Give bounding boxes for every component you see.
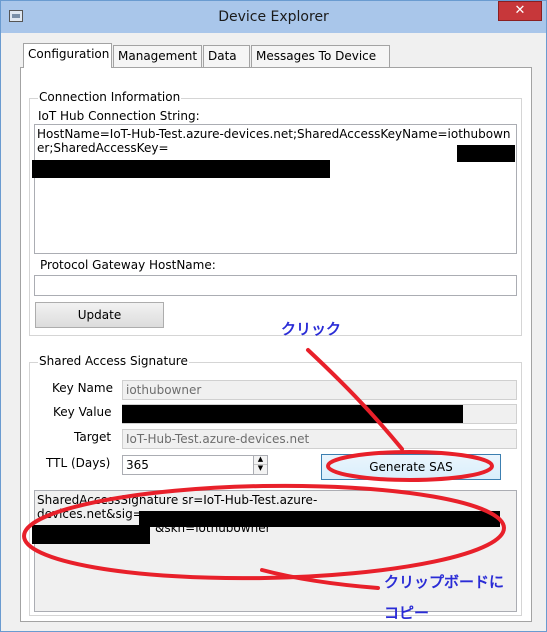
connection-information-label: Connection Information [38,90,182,104]
close-button[interactable]: ✕ [498,1,542,21]
generate-sas-button[interactable]: Generate SAS [321,454,501,480]
redacted-key-block [32,160,330,178]
redacted-signature-block [139,511,500,527]
key-name-input[interactable]: iothubowner [122,380,517,400]
click-annotation: クリック [281,320,342,338]
tab-management[interactable]: Management [113,45,202,67]
gateway-hostname-label: Protocol Gateway HostName: [40,258,216,272]
sas-output-line: SharedAccessSignature sr=IoT-Hub-Test.az… [37,493,318,507]
copy-annotation-line1: クリップボードに [384,573,505,591]
shared-access-signature-label: Shared Access Signature [38,354,189,368]
connection-string-textarea[interactable]: HostName=IoT-Hub-Test.azure-devices.net;… [34,124,517,254]
target-label: Target [74,430,112,444]
tab-configuration[interactable]: Configuration [23,43,112,68]
spin-down-icon[interactable]: ▼ [254,464,267,473]
key-value-label: Key Value [53,405,112,419]
tab-data[interactable]: Data [203,45,250,67]
ttl-label: TTL (Days) [46,456,111,470]
device-explorer-window: Device Explorer ✕ Connection Information… [0,0,547,632]
connection-string-label: IoT Hub Connection String: [38,109,200,123]
key-name-label: Key Name [52,381,113,395]
window-title: Device Explorer [218,9,329,25]
update-button[interactable]: Update [35,302,164,328]
ttl-value: 365 [126,458,149,472]
title-bar[interactable]: Device Explorer ✕ [1,1,546,33]
tab-messages-to-device[interactable]: Messages To Device [251,45,390,67]
copy-annotation-line2: コピー [384,604,430,622]
connection-string-value: HostName=IoT-Hub-Test.azure-devices.net;… [37,127,511,155]
target-input[interactable]: IoT-Hub-Test.azure-devices.net [122,429,517,449]
ttl-numeric-input[interactable]: 365 ▲ ▼ [122,455,268,475]
gateway-hostname-input[interactable] [34,275,517,296]
redacted-key-block [457,145,515,162]
ttl-spinner[interactable]: ▲ ▼ [253,456,267,474]
sas-output-textarea[interactable]: SharedAccessSignature sr=IoT-Hub-Test.az… [34,490,517,612]
redacted-signature-block [32,525,150,544]
configuration-tab-panel: Connection Information IoT Hub Connectio… [20,67,532,622]
redacted-key-block [122,405,463,423]
